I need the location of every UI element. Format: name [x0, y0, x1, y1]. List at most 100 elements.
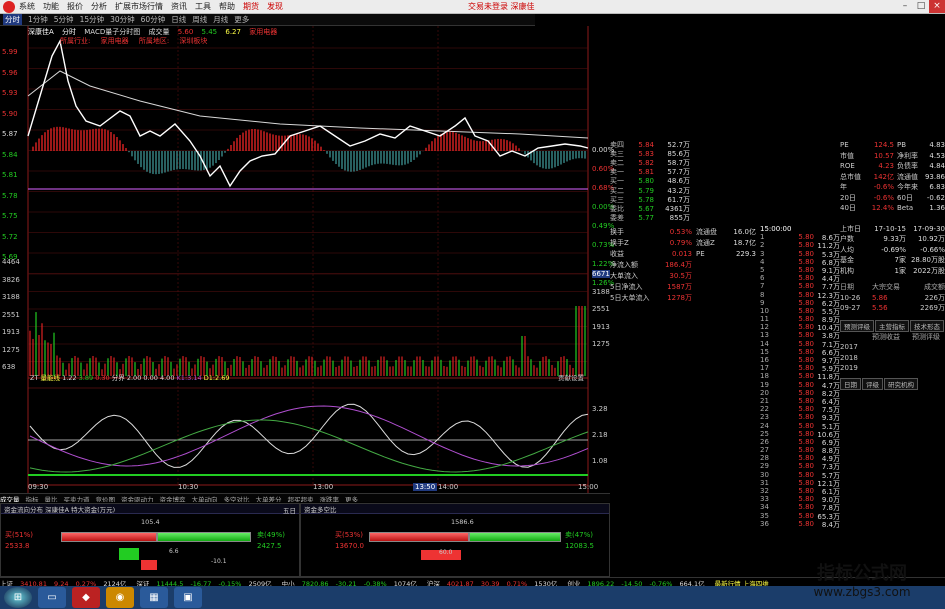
ind-name[interactable]: ZT [30, 374, 38, 382]
tick-row: 26 5.80 6.9万 [760, 438, 840, 446]
capital-flow-pane-right: 资金多空比 1586.6 买(53%) 13670.0 卖(47%) 12083… [300, 503, 610, 577]
tab-volume-ratio[interactable]: 量比 [45, 494, 58, 502]
menu-extended-market[interactable]: 扩展市场行情 [115, 1, 163, 12]
tick-row: 27 5.80 8.8万 [760, 446, 840, 454]
tick-row: 15 5.80 6.6万 [760, 348, 840, 356]
fundamental-row: 市值 10.57 净利率 4.53 [840, 151, 945, 162]
start-icon[interactable]: ⊞ [4, 587, 32, 608]
volume-tick-right: 1275 [592, 340, 610, 348]
app-icon[interactable]: ▣ [174, 587, 202, 608]
tick-row: 21 5.80 6.4万 [760, 397, 840, 405]
tab-forecast[interactable]: 预测评级 [840, 320, 874, 332]
buy-bar [369, 532, 469, 542]
period-tab[interactable]: 15分钟 [80, 14, 105, 25]
chart-period: 分时 [62, 28, 76, 36]
tab-overbought[interactable]: 超买超卖 [288, 494, 314, 502]
forecast-header: 预测收益 预测评级 [840, 332, 945, 343]
menu-system[interactable]: 系统 [19, 1, 35, 12]
tab-big-order[interactable]: 大单动向 [192, 494, 218, 502]
sell-bar [469, 532, 561, 542]
stat-row: 5日大单流入 1278万 [610, 293, 760, 304]
tab-big-diff[interactable]: 大单差分 [256, 494, 282, 502]
price-tick: 5.81 [2, 171, 18, 179]
region-value[interactable]: 深圳板块 [179, 37, 207, 45]
fundamental-row: PE 124.5 PB 4.83 [840, 140, 945, 151]
price-tick: 5.72 [2, 233, 18, 241]
trading-app-icon[interactable]: ◆ [72, 587, 100, 608]
volume-tick: 3826 [2, 276, 20, 284]
time-label: 15:00 [578, 483, 598, 491]
stat-row: 收益 0.013 PE 229.3 [610, 249, 760, 260]
tab-main-indicators[interactable]: 主营指标 [875, 320, 909, 332]
tab-institution[interactable]: 研究机构 [884, 378, 918, 390]
pane-header: 资金多空比 [301, 504, 609, 514]
tick-list[interactable]: 15:00:00 1 5.80 8.6万 2 5.80 11.2万 3 5.80 5.3万 4 5.… [760, 225, 840, 528]
tab-date[interactable]: 日期 [840, 378, 861, 390]
tab-rating[interactable]: 评级 [862, 378, 883, 390]
pane-top-value: 105.4 [141, 518, 160, 526]
price-tick: 5.93 [2, 89, 18, 97]
capital-flow-pane-left: 资金流向分布 深康佳A 特大资金(万元) 105.4 买(51%) 2533.8… [0, 503, 300, 577]
trade-login-link[interactable]: 交易未登录 深康佳 [468, 1, 535, 12]
tick-row: 8 5.80 12.3万 [760, 291, 840, 299]
mini-value: 6.6 [169, 548, 179, 555]
menu-discover[interactable]: 发现 [267, 1, 283, 12]
period-tab[interactable]: 分时 [3, 14, 22, 25]
mini-bar [141, 560, 157, 570]
watermark-title: 指标公式网 [787, 559, 937, 585]
indicator-settings[interactable]: 贡献设置 [558, 372, 584, 382]
tab-advance-ratio[interactable]: 涨跌率 [320, 494, 340, 502]
tick-row: 35 5.80 65.3万 [760, 512, 840, 520]
period-tab[interactable]: 月线 [213, 14, 228, 25]
tick-row: 24 5.80 5.1万 [760, 422, 840, 430]
pane-title[interactable]: 资金多空比 [304, 506, 337, 514]
menu-function[interactable]: 功能 [43, 1, 59, 12]
ind-label-2: 分界 [112, 374, 125, 382]
tab-long-short[interactable]: 多空对比 [224, 494, 250, 502]
pane-header: 资金流向分布 深康佳A 特大资金(万元) [1, 504, 299, 514]
browser-icon[interactable]: ◉ [106, 587, 134, 608]
menu-analysis[interactable]: 分析 [91, 1, 107, 12]
indicator-name[interactable]: MACD量子分时图 [84, 28, 140, 36]
tab-volume[interactable]: 成交量 [0, 494, 20, 502]
tick-row: 13 5.80 3.8万 [760, 331, 840, 339]
menu-tools[interactable]: 工具 [195, 1, 211, 12]
period-tab[interactable]: 日线 [171, 14, 186, 25]
close-icon[interactable]: × [929, 0, 945, 13]
period-tab[interactable]: 5分钟 [54, 14, 74, 25]
tab-technical[interactable]: 技术形态 [910, 320, 944, 332]
industry-value[interactable]: 家用电器 [101, 37, 129, 45]
menu-quote[interactable]: 报价 [67, 1, 83, 12]
tab-buy-sell-force[interactable]: 买卖力道 [64, 494, 90, 502]
stat-row: 5日净流入 1587万 [610, 282, 760, 293]
tab-indicator[interactable]: 指标 [26, 494, 39, 502]
block-trade-row: 09-27 5.56 2269万 [840, 303, 945, 314]
intraday-chart[interactable] [0, 26, 610, 494]
price-tick: 5.78 [2, 192, 18, 200]
menu-help[interactable]: 帮助 [219, 1, 235, 12]
volume-tick-right: 2551 [592, 305, 610, 313]
menu-news[interactable]: 资讯 [171, 1, 187, 12]
tab-capital-drive[interactable]: 资金驱动力 [121, 494, 154, 502]
folder-icon[interactable]: ▭ [38, 587, 66, 608]
period-tab[interactable]: 更多 [234, 14, 249, 25]
pane-period[interactable]: 五日 [283, 505, 296, 515]
ind-val-7: K1:3.14 [177, 374, 202, 382]
minimize-icon[interactable]: – [897, 0, 913, 13]
buy-value: 13670.0 [335, 542, 364, 550]
order-book-row[interactable]: 委差 5.77 855万 [610, 214, 760, 223]
tab-capital-game[interactable]: 资金博弈 [160, 494, 186, 502]
buy-ratio: 买(53%) [335, 530, 363, 540]
indicator-tabs: 成交量 指标 量比 买卖力道 竞价图 资金驱动力 资金博弈 大单动向 多空对比 … [0, 493, 610, 502]
period-tab[interactable]: 1分钟 [28, 14, 48, 25]
tick-row: 20 5.80 8.2万 [760, 389, 840, 397]
tab-auction[interactable]: 竞价图 [96, 494, 116, 502]
pane-title[interactable]: 资金流向分布 [4, 506, 43, 514]
app-icon[interactable]: ▦ [140, 587, 168, 608]
period-tab[interactable]: 60分钟 [141, 14, 166, 25]
menu-futures[interactable]: 期货 [243, 1, 259, 12]
tab-more[interactable]: 更多 [345, 494, 358, 502]
period-tab[interactable]: 30分钟 [110, 14, 135, 25]
period-tab[interactable]: 周线 [192, 14, 207, 25]
maximize-icon[interactable]: □ [913, 0, 929, 13]
